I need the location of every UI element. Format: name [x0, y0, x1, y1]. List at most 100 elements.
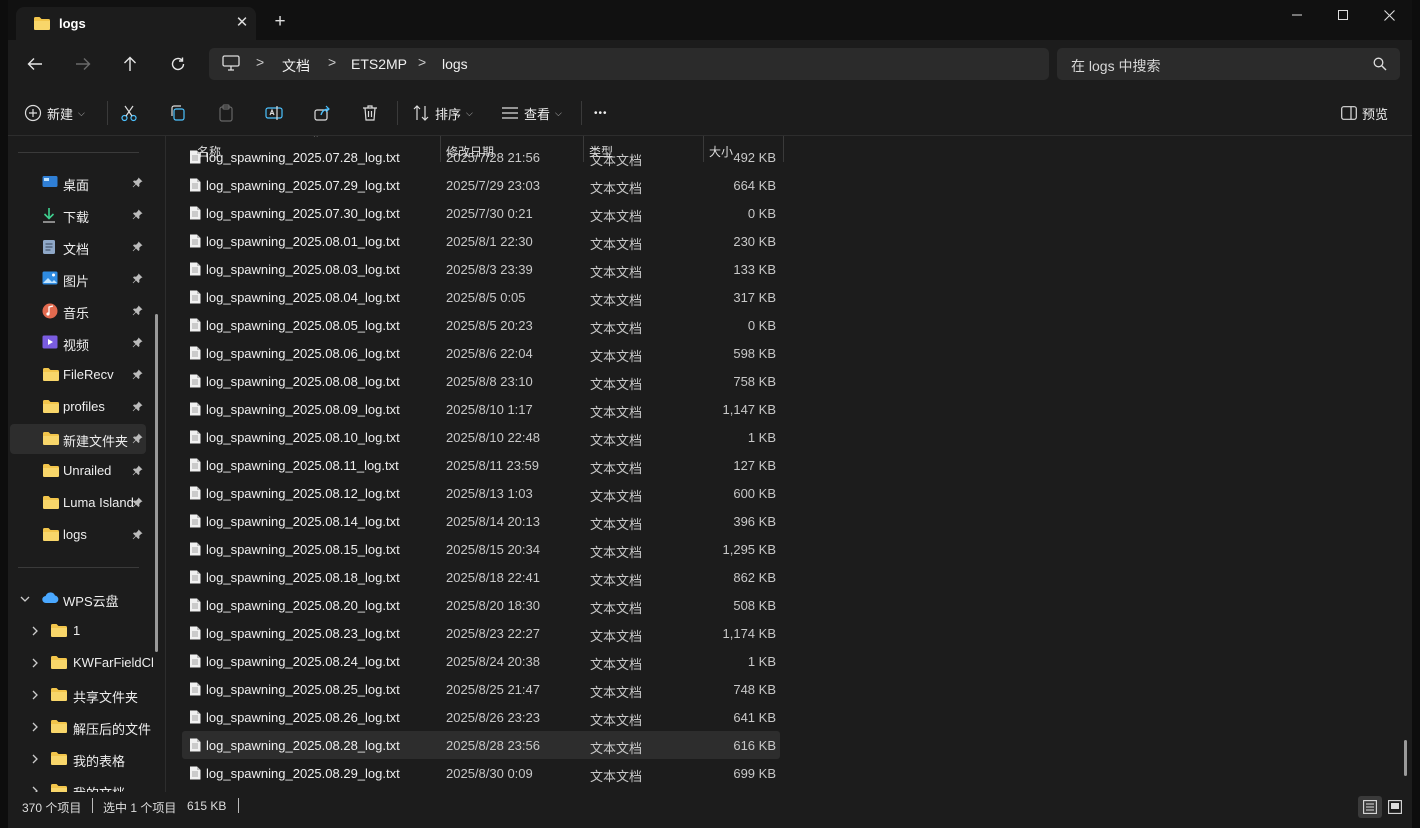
column-divider[interactable] [783, 136, 784, 162]
sidebar-item-unrailed[interactable]: Unrailed [10, 456, 146, 486]
share-button[interactable] [313, 100, 331, 126]
file-type: 文本文档 [590, 265, 643, 280]
sidebar-item-folder[interactable]: 文档 [10, 232, 146, 262]
file-row[interactable]: log_spawning_2025.08.20_log.txt 2025/8/20… [182, 591, 780, 619]
sidebar-item-new-folder[interactable]: 新建文件夹 [10, 424, 146, 454]
column-divider[interactable] [583, 136, 584, 162]
file-name: log_spawning_2025.08.01_log.txt [206, 234, 400, 249]
file-row[interactable]: log_spawning_2025.08.09_log.txt 2025/8/10… [182, 395, 780, 423]
file-name: log_spawning_2025.08.10_log.txt [206, 430, 400, 445]
file-row[interactable]: log_spawning_2025.08.25_log.txt 2025/8/25… [182, 675, 780, 703]
column-name[interactable]: 名称 [197, 143, 221, 160]
column-divider[interactable] [440, 136, 441, 162]
maximize-button[interactable] [1320, 0, 1366, 30]
chevron-right-icon[interactable] [30, 752, 40, 767]
tab-logs[interactable]: logs ✕ [16, 7, 256, 40]
more-options-button[interactable]: ••• [594, 100, 608, 126]
sidebar-scrollbar[interactable] [155, 314, 158, 652]
delete-button[interactable] [361, 100, 379, 126]
new-tab-button[interactable]: + [270, 12, 290, 32]
sidebar-tree-folder[interactable]: 我的表格 [10, 744, 146, 774]
file-row[interactable]: log_spawning_2025.08.05_log.txt 2025/8/5 … [182, 311, 780, 339]
chevron-right-icon[interactable] [30, 720, 40, 735]
file-row[interactable]: log_spawning_2025.08.12_log.txt 2025/8/13… [182, 479, 780, 507]
file-size: 616 KB [733, 738, 776, 753]
tab-close-icon[interactable]: ✕ [232, 13, 252, 33]
column-size[interactable]: 大小 [709, 143, 733, 160]
cloud-icon [42, 591, 59, 608]
chevron-right-icon[interactable] [30, 784, 40, 792]
column-type[interactable]: 类型 [589, 143, 613, 160]
preview-button[interactable]: 预览 [1341, 100, 1388, 126]
sidebar-tree-folder[interactable]: KWFarFieldCl [10, 648, 154, 678]
file-row[interactable]: log_spawning_2025.08.10_log.txt 2025/8/10… [182, 423, 780, 451]
file-row[interactable]: log_spawning_2025.08.23_log.txt 2025/8/23… [182, 619, 780, 647]
sidebar-tree-folder[interactable]: 1 [10, 616, 146, 646]
back-button[interactable] [21, 50, 49, 78]
file-name: log_spawning_2025.07.30_log.txt [206, 206, 400, 221]
refresh-button[interactable] [164, 50, 192, 78]
sidebar-item-profiles[interactable]: profiles [10, 392, 146, 422]
minimize-button[interactable] [1274, 0, 1320, 30]
up-button[interactable] [116, 50, 144, 78]
view-button[interactable]: 查看 ⌵ [501, 100, 562, 126]
forward-button[interactable] [69, 50, 97, 78]
details-view-button[interactable] [1358, 796, 1382, 818]
sidebar-tree-folder[interactable]: 我的文档 [10, 776, 146, 792]
new-button[interactable]: 新建 ⌵ [24, 100, 85, 126]
file-row[interactable]: log_spawning_2025.08.11_log.txt 2025/8/11… [182, 451, 780, 479]
file-row[interactable]: log_spawning_2025.08.08_log.txt 2025/8/8 … [182, 367, 780, 395]
file-row[interactable]: log_spawning_2025.07.30_log.txt 2025/7/30… [182, 199, 780, 227]
breadcrumb-ets2mp[interactable]: ETS2MP [351, 56, 407, 72]
sidebar-item-folder[interactable]: 桌面 [10, 168, 146, 198]
file-row[interactable]: log_spawning_2025.08.06_log.txt 2025/8/6 … [182, 339, 780, 367]
sidebar-item-folder[interactable]: 图片 [10, 264, 146, 294]
search-box[interactable]: 在 logs 中搜索 [1057, 48, 1400, 80]
breadcrumb-documents[interactable]: 文档 [282, 56, 310, 76]
sidebar-tree-folder[interactable]: 共享文件夹 [10, 680, 146, 710]
file-row[interactable]: log_spawning_2025.08.01_log.txt 2025/8/1 … [182, 227, 780, 255]
file-row[interactable]: log_spawning_2025.07.29_log.txt 2025/7/29… [182, 171, 780, 199]
sidebar-item-wps-cloud[interactable]: WPS云盘 [10, 584, 146, 614]
sidebar-item-filerecv[interactable]: FileRecv [10, 360, 146, 390]
file-date: 2025/8/24 20:38 [446, 654, 540, 669]
sidebar-item-luma-island[interactable]: Luma Island [10, 488, 146, 518]
sidebar-item-label: 视频 [63, 338, 90, 353]
file-size: 1 KB [747, 430, 776, 445]
file-row[interactable]: log_spawning_2025.08.28_log.txt 2025/8/28… [182, 731, 780, 759]
file-date: 2025/8/26 23:23 [446, 710, 540, 725]
column-divider[interactable] [703, 136, 704, 162]
tiles-view-button[interactable] [1383, 796, 1407, 818]
paste-button[interactable] [217, 100, 235, 126]
file-type: 文本文档 [590, 685, 643, 700]
chevron-right-icon[interactable] [30, 656, 40, 671]
file-row[interactable]: log_spawning_2025.08.18_log.txt 2025/8/18… [182, 563, 780, 591]
copy-button[interactable] [169, 100, 187, 126]
sidebar-item-folder[interactable]: 视频 [10, 328, 146, 358]
file-list-scrollbar[interactable] [1404, 740, 1407, 776]
sidebar-tree-folder[interactable]: 解压后的文件 [10, 712, 151, 742]
close-window-button[interactable] [1366, 0, 1412, 30]
sort-button[interactable]: 排序 ⌵ [412, 100, 473, 126]
address-bar[interactable]: > 文档 > ETS2MP > logs [209, 48, 1049, 80]
chevron-right-icon[interactable] [30, 624, 40, 639]
chevron-down-icon[interactable] [20, 592, 30, 607]
file-row[interactable]: log_spawning_2025.08.26_log.txt 2025/8/26… [182, 703, 780, 731]
sidebar-item-folder[interactable]: 音乐 [10, 296, 146, 326]
chevron-right-icon[interactable] [30, 688, 40, 703]
file-row[interactable]: log_spawning_2025.08.14_log.txt 2025/8/14… [182, 507, 780, 535]
file-row[interactable]: log_spawning_2025.08.03_log.txt 2025/8/3 … [182, 255, 780, 283]
sidebar-item-folder[interactable]: 下载 [10, 200, 146, 230]
file-row[interactable]: log_spawning_2025.08.15_log.txt 2025/8/15… [182, 535, 780, 563]
file-row[interactable]: log_spawning_2025.08.04_log.txt 2025/8/5 … [182, 283, 780, 311]
file-size: 664 KB [733, 178, 776, 193]
file-row[interactable]: log_spawning_2025.08.29_log.txt 2025/8/30… [182, 759, 780, 787]
column-date[interactable]: 修改日期 [446, 143, 494, 160]
rename-button[interactable] [265, 100, 283, 126]
file-row[interactable]: log_spawning_2025.08.24_log.txt 2025/8/24… [182, 647, 780, 675]
search-icon[interactable] [1373, 57, 1387, 74]
sidebar-item-logs[interactable]: logs [10, 520, 146, 550]
computer-icon[interactable] [222, 55, 240, 74]
breadcrumb-logs[interactable]: logs [442, 56, 468, 72]
cut-button[interactable] [120, 100, 138, 126]
